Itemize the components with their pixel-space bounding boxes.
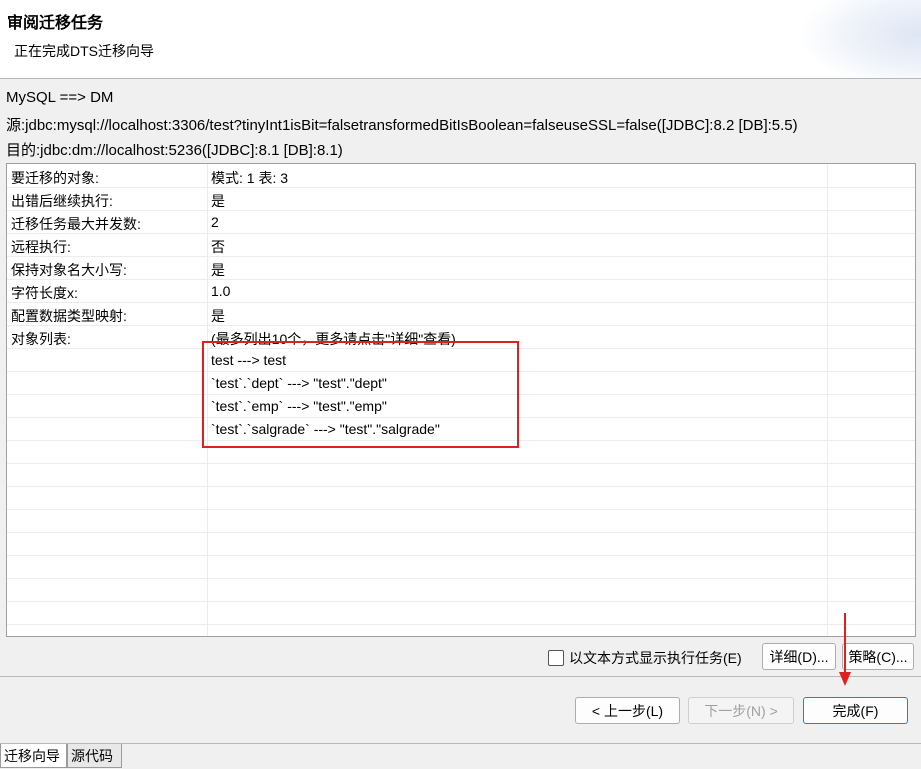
row-value: 1.0 <box>211 283 231 299</box>
table-row: `test`.`emp` ---> "test"."emp" <box>7 394 915 418</box>
table-row: test ---> test <box>7 348 915 372</box>
next-button[interactable]: 下一步(N) > <box>688 697 794 724</box>
row-value: 模式: 1 表: 3 <box>211 170 289 186</box>
table-row: 要迁移的对象: 模式: 1 表: 3 <box>7 164 915 188</box>
row-key: 配置数据类型映射: <box>11 308 127 324</box>
target-connection: 目的:jdbc:dm://localhost:5236([JDBC]:8.1 [… <box>6 142 343 159</box>
wizard-header: 审阅迁移任务 正在完成DTS迁移向导 <box>0 0 921 79</box>
table-row <box>7 601 915 625</box>
migration-direction: MySQL ==> DM <box>6 89 114 106</box>
table-row: 字符长度x: 1.0 <box>7 279 915 303</box>
table-row <box>7 463 915 487</box>
table-row <box>7 555 915 579</box>
table-row: 出错后继续执行: 是 <box>7 187 915 211</box>
divider <box>0 743 921 744</box>
table-row <box>7 440 915 464</box>
page-title: 审阅迁移任务 <box>7 15 104 32</box>
table-row: `test`.`dept` ---> "test"."dept" <box>7 371 915 395</box>
table-row: 配置数据类型映射: 是 <box>7 302 915 326</box>
annotation-arrow-head <box>839 672 851 686</box>
strategy-button[interactable]: 策略(C)... <box>842 643 914 670</box>
row-key: 要迁移的对象: <box>11 170 99 186</box>
table-row: 迁移任务最大并发数: 2 <box>7 210 915 234</box>
row-value: test ---> test <box>211 352 287 368</box>
text-mode-label: 以文本方式显示执行任务(E) <box>569 650 742 666</box>
table-row: 保持对象名大小写: 是 <box>7 256 915 280</box>
finish-button[interactable]: 完成(F) <box>803 697 908 724</box>
row-key: 对象列表: <box>11 331 71 347</box>
table-row <box>7 578 915 602</box>
row-value: `test`.`salgrade` ---> "test"."salgrade" <box>211 421 440 437</box>
detail-button[interactable]: 详细(D)... <box>762 643 836 670</box>
table-row: 对象列表: (最多列出10个，更多请点击"详细"查看) <box>7 325 915 349</box>
source-connection: 源:jdbc:mysql://localhost:3306/test?tinyI… <box>6 117 798 134</box>
divider <box>0 676 921 677</box>
row-value: 否 <box>211 239 225 255</box>
tab-source-code[interactable]: 源代码 <box>67 744 122 768</box>
row-value: 是 <box>211 262 225 278</box>
row-value: 是 <box>211 193 225 209</box>
row-value: (最多列出10个，更多请点击"详细"查看) <box>211 331 456 347</box>
text-mode-checkbox[interactable] <box>548 650 564 666</box>
row-key: 迁移任务最大并发数: <box>11 216 141 232</box>
text-mode-option[interactable]: 以文本方式显示执行任务(E) <box>548 648 742 668</box>
summary-table[interactable]: 要迁移的对象: 模式: 1 表: 3 出错后继续执行: 是 迁移任务最大并发数:… <box>6 163 916 637</box>
row-key: 出错后继续执行: <box>11 193 113 209</box>
annotation-arrow <box>844 613 846 675</box>
table-row <box>7 509 915 533</box>
header-decoration <box>801 0 921 78</box>
tab-migration-wizard[interactable]: 迁移向导 <box>0 744 67 768</box>
table-row: `test`.`salgrade` ---> "test"."salgrade" <box>7 417 915 441</box>
back-button[interactable]: < 上一步(L) <box>575 697 680 724</box>
row-key: 远程执行: <box>11 239 71 255</box>
row-key: 字符长度x: <box>11 285 78 301</box>
table-row <box>7 486 915 510</box>
row-value: `test`.`emp` ---> "test"."emp" <box>211 398 387 414</box>
table-row <box>7 532 915 556</box>
row-value: 是 <box>211 308 225 324</box>
row-key: 保持对象名大小写: <box>11 262 127 278</box>
row-value: `test`.`dept` ---> "test"."dept" <box>211 375 387 391</box>
table-row: 远程执行: 否 <box>7 233 915 257</box>
page-subtitle: 正在完成DTS迁移向导 <box>14 43 154 59</box>
row-value: 2 <box>211 214 219 230</box>
